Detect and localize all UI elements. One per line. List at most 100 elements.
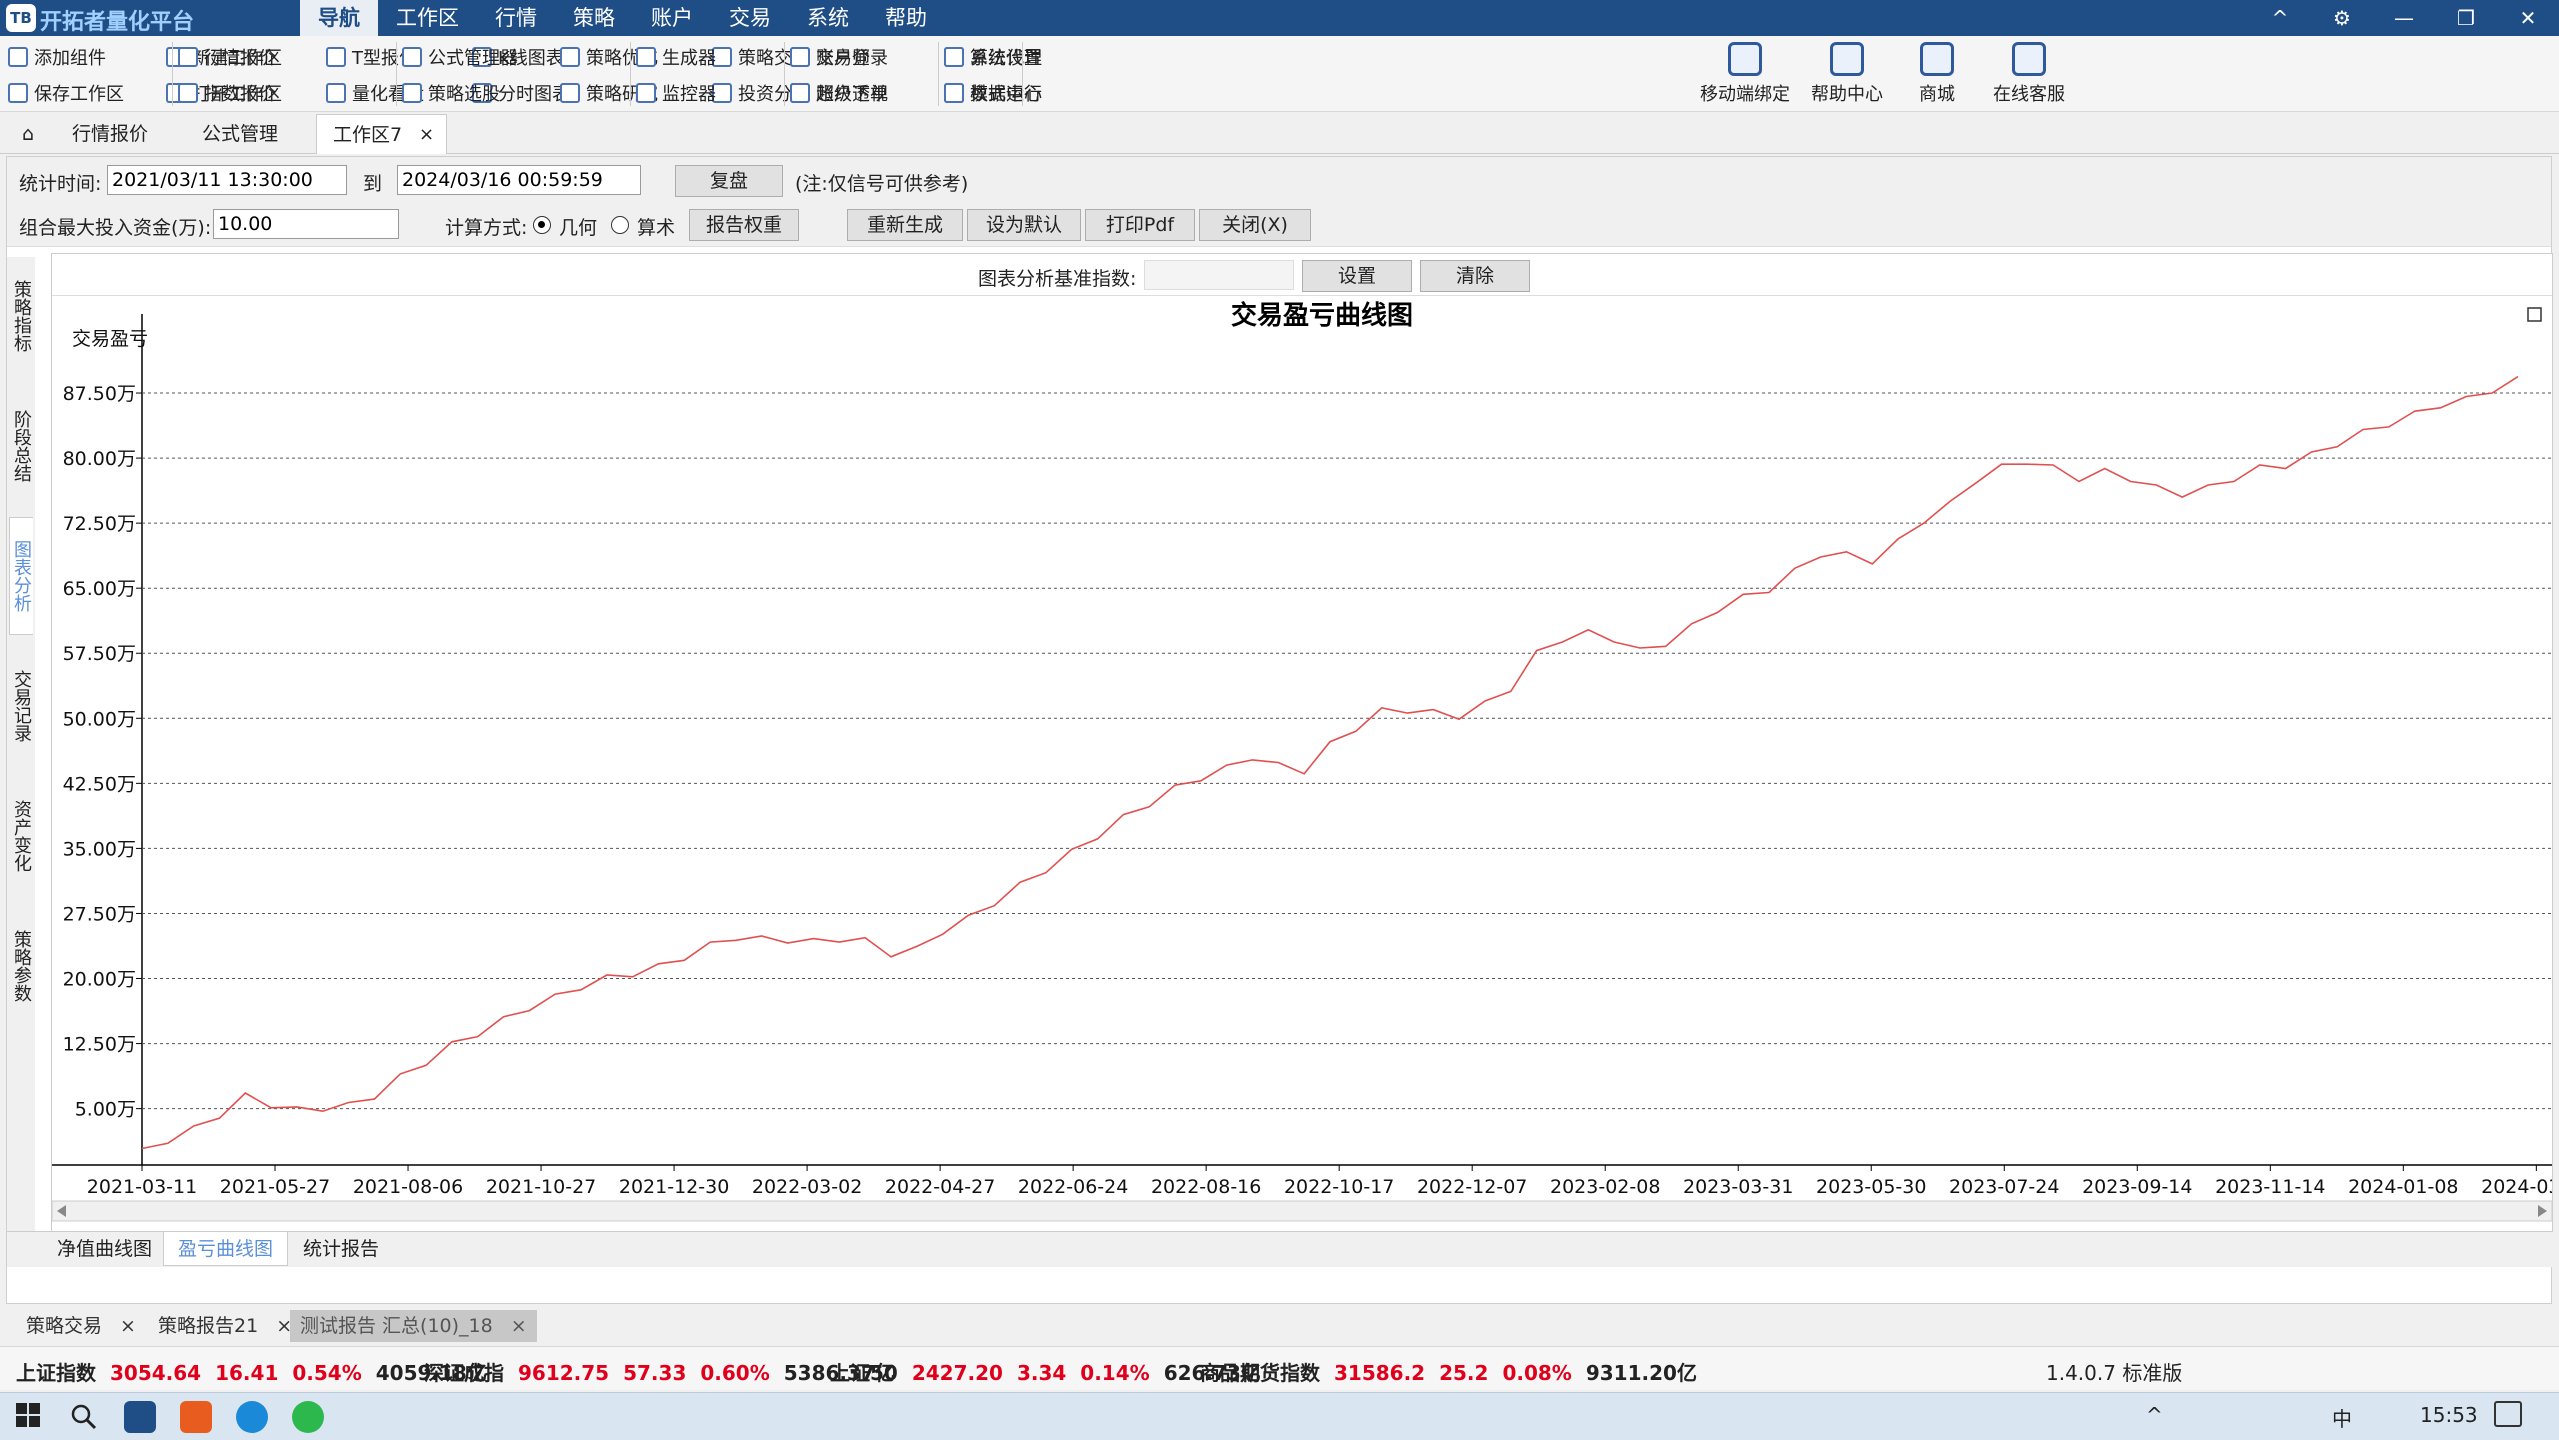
close-icon[interactable]: × <box>511 1315 527 1337</box>
collapse-icon[interactable]: ^ <box>2249 0 2311 36</box>
index-change: 25.2 <box>1439 1361 1489 1385</box>
close-icon[interactable]: × <box>120 1315 136 1337</box>
x-tick-label: 2024-03-08 <box>2481 1176 2552 1198</box>
end-value: 2024/03/16 00:59:59 <box>402 169 603 191</box>
maximize-chart-icon[interactable] <box>2527 307 2542 322</box>
browser-icon[interactable] <box>236 1401 268 1433</box>
toolbar-button[interactable]: 系统设置 <box>944 44 1042 70</box>
menu-item[interactable]: 帮助 <box>867 0 945 36</box>
doc-tab[interactable]: 行情报价 <box>56 114 164 154</box>
minimize-button[interactable]: — <box>2373 0 2435 36</box>
toolbar-button[interactable]: 保存工作区 <box>8 80 124 106</box>
x-tick-label: 2023-07-24 <box>1949 1176 2059 1198</box>
search-icon[interactable] <box>68 1401 100 1433</box>
toolbar-button[interactable]: 交易师 <box>790 44 870 70</box>
y-tick-label: 72.50万 <box>63 513 136 535</box>
clock[interactable]: 15:53 <box>2420 1403 2478 1427</box>
doc-tab[interactable]: 公式管理 <box>186 114 294 154</box>
print-pdf-button[interactable]: 打印Pdf <box>1085 209 1195 241</box>
toolbar-button[interactable]: 行情报价 <box>178 44 276 70</box>
toolbar-button[interactable]: 监控器 <box>636 80 716 106</box>
close-report-button[interactable]: 关闭(X) <box>1199 209 1311 241</box>
set-default-button[interactable]: 设为默认 <box>967 209 1081 241</box>
side-tabs: 策略指标阶段总结图表分析交易记录资产变化策略参数 <box>7 257 35 1247</box>
window-tab[interactable]: 策略交易 × <box>16 1310 146 1342</box>
tray-chevron-icon[interactable]: ^ <box>2146 1403 2163 1427</box>
toolbar-big-button[interactable]: 帮助中心 <box>1802 42 1892 106</box>
toolbar-button[interactable]: 公式管理器 <box>402 44 518 70</box>
toolbar-icon <box>402 47 422 67</box>
doc-tab-active[interactable]: 工作区7 × <box>316 114 448 155</box>
y-tick-label: 5.00万 <box>75 1099 136 1121</box>
toolbar-button[interactable]: 生成器 <box>636 44 716 70</box>
report-weight-button[interactable]: 报告权重 <box>689 209 799 241</box>
close-button[interactable]: ✕ <box>2497 0 2559 36</box>
menu-item[interactable]: 账户 <box>633 0 711 36</box>
start-datetime-input[interactable]: 2021/03/11 13:30:00 <box>107 165 347 195</box>
toolbar-big-button[interactable]: 在线客服 <box>1984 42 2074 106</box>
index-percent: 0.08% <box>1502 1361 1572 1385</box>
restore-button[interactable]: ❐ <box>2435 0 2497 36</box>
clear-button[interactable]: 清除 <box>1420 260 1530 292</box>
chart-type-tab[interactable]: 统计报告 <box>289 1232 393 1266</box>
doc-tab-label: 工作区7 <box>333 124 403 146</box>
chart-type-tab[interactable]: 净值曲线图 <box>43 1232 166 1266</box>
replay-button[interactable]: 复盘 <box>675 165 783 197</box>
ime-indicator[interactable]: 中 <box>2332 1403 2352 1432</box>
baseline-bar: 图表分析基准指数: 设置 清除 <box>52 254 2552 296</box>
title-bar: TB 开拓者量化平台 导航 工作区 行情 策略 账户 交易 系统 帮助 ^ ⚙ — ❐ ✕ <box>0 0 2559 36</box>
notification-icon[interactable] <box>2494 1401 2522 1427</box>
side-tab[interactable]: 图表分析 <box>9 517 33 635</box>
toolbar-big-button[interactable]: 商城 <box>1892 42 1982 106</box>
toolbar-label: 保存工作区 <box>34 84 124 105</box>
index-quote[interactable]: 深证成指 9612.75 57.33 0.60% 5386.37亿 <box>424 1357 895 1386</box>
chart-type-tab[interactable]: 盈亏曲线图 <box>163 1232 289 1266</box>
capital-input[interactable]: 10.00 <box>213 209 399 239</box>
menu-item[interactable]: 工作区 <box>378 0 477 36</box>
side-tab[interactable]: 策略参数 <box>9 907 33 1025</box>
side-tab[interactable]: 资产变化 <box>9 777 33 895</box>
regenerate-button[interactable]: 重新生成 <box>847 209 963 241</box>
index-quote[interactable]: 上证50 2427.20 3.34 0.14% 626.73亿 <box>830 1357 1261 1386</box>
menu-item[interactable]: 导航 <box>300 0 378 36</box>
window-tab[interactable]: 测试报告 汇总(10)_18 × <box>290 1310 537 1342</box>
menu-item[interactable]: 行情 <box>477 0 555 36</box>
chart-type-tabs: 净值曲线图 盈亏曲线图 统计报告 <box>7 1231 2553 1267</box>
toolbar: 添加组件 保存工作区 新建工作区 打开工作区 行情报价 指数报价 T型报价 量化看盘 K线图表分… <box>0 36 2559 112</box>
index-price: 3054.64 <box>110 1361 202 1385</box>
geo-radio[interactable] <box>533 216 551 234</box>
baseline-input[interactable] <box>1144 260 1294 290</box>
index-change: 57.33 <box>623 1361 687 1385</box>
close-icon[interactable]: × <box>419 115 434 155</box>
set-button[interactable]: 设置 <box>1302 260 1412 292</box>
toolbar-button[interactable]: 策略选股 <box>402 80 500 106</box>
toolbar-button[interactable]: 指数报价 <box>178 80 276 106</box>
menu-item[interactable]: 策略 <box>555 0 633 36</box>
toolbar-button[interactable]: 数据中心 <box>944 80 1042 106</box>
toolbar-big-label: 在线客服 <box>1993 84 2065 105</box>
toolbar-button[interactable]: 添加组件 <box>8 44 106 70</box>
menu-item[interactable]: 系统 <box>789 0 867 36</box>
windows-start-icon[interactable] <box>14 1401 46 1433</box>
side-tab[interactable]: 阶段总结 <box>9 387 33 505</box>
window-tab[interactable]: 策略报告21 × <box>148 1310 302 1342</box>
menu-item[interactable]: 交易 <box>711 0 789 36</box>
h-scrollbar[interactable] <box>52 1200 2552 1222</box>
toolbar-label: 策略选股 <box>428 84 500 105</box>
home-icon[interactable]: ⌂ <box>6 114 50 154</box>
user-settings-icon[interactable]: ⚙ <box>2311 0 2373 36</box>
office-app-icon[interactable] <box>180 1401 212 1433</box>
side-tab[interactable]: 策略指标 <box>9 257 33 375</box>
index-quote[interactable]: 商品期货指数 31586.2 25.2 0.08% 9311.20亿 <box>1200 1357 1697 1386</box>
toolbar-label: 添加组件 <box>34 48 106 69</box>
wechat-icon[interactable] <box>292 1401 324 1433</box>
toolbar-button[interactable]: 超级下单 <box>790 80 888 106</box>
tb-app-icon[interactable] <box>124 1401 156 1433</box>
arith-radio[interactable] <box>611 216 629 234</box>
toolbar-label: 交易师 <box>816 48 870 69</box>
toolbar-big-button[interactable]: 移动端绑定 <box>1690 42 1800 106</box>
toolbar-big-label: 移动端绑定 <box>1700 84 1790 105</box>
side-tab[interactable]: 交易记录 <box>9 647 33 765</box>
index-quote[interactable]: 上证指数 3054.64 16.41 0.54% 4059.18亿 <box>16 1357 487 1386</box>
end-datetime-input[interactable]: 2024/03/16 00:59:59 <box>397 165 641 195</box>
